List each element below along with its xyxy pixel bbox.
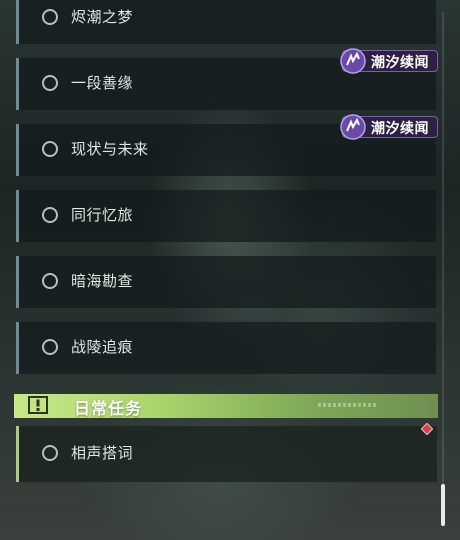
tide-badge: 潮汐续闻: [340, 48, 438, 74]
quest-title: 同行忆旅: [71, 206, 134, 224]
quest-item[interactable]: 烬潮之梦: [16, 0, 436, 44]
alert-icon: [28, 396, 48, 414]
badge-label: 潮汐续闻: [371, 121, 429, 137]
quest-item[interactable]: 相声搭词: [16, 426, 437, 482]
quest-item[interactable]: 战陵追痕: [16, 322, 436, 374]
circle-status-icon: [42, 9, 58, 25]
tide-badge: 潮汐续闻: [340, 114, 438, 140]
decorative-stripes: [318, 403, 378, 407]
circle-status-icon: [42, 273, 58, 289]
quest-title: 烬潮之梦: [71, 8, 134, 26]
quest-title: 相声搭词: [71, 444, 134, 462]
red-diamond-icon: [421, 423, 433, 435]
tide-emblem-icon: [340, 48, 366, 74]
quest-title: 暗海勘查: [71, 272, 134, 290]
quest-title: 一段善缘: [71, 74, 134, 92]
circle-status-icon: [42, 445, 58, 461]
quest-item[interactable]: 同行忆旅: [16, 190, 436, 242]
scrollbar-track[interactable]: [442, 12, 444, 526]
circle-status-icon: [42, 339, 58, 355]
quest-item[interactable]: 暗海勘查: [16, 256, 436, 308]
quest-list: 烬潮之梦 一段善缘 潮汐续闻 现状与未来 潮汐续闻 同行忆旅 暗海勘查 战陵追痕…: [0, 0, 460, 540]
quest-title: 现状与未来: [71, 140, 149, 158]
circle-status-icon: [42, 207, 58, 223]
badge-label: 潮汐续闻: [371, 55, 429, 71]
section-header-daily: 日常任务: [14, 394, 438, 418]
circle-status-icon: [42, 141, 58, 157]
circle-status-icon: [42, 75, 58, 91]
scrollbar-thumb[interactable]: [441, 484, 445, 526]
tide-emblem-icon: [340, 114, 366, 140]
quest-title: 战陵追痕: [71, 338, 134, 356]
section-title: 日常任务: [74, 399, 143, 418]
